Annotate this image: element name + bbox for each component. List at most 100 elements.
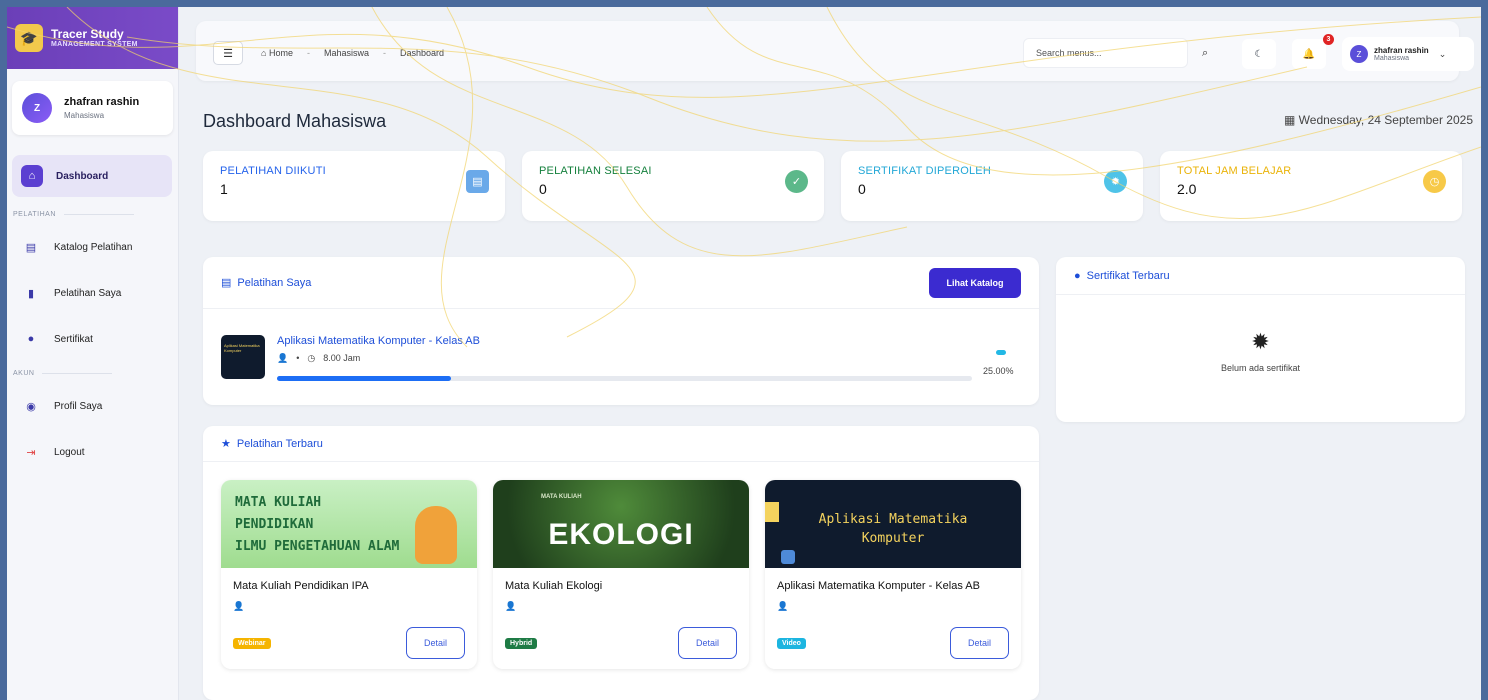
card-title: Pelatihan Terbaru (236, 437, 323, 450)
sidebar-item-label: Logout (54, 446, 85, 458)
certificate-icon: ✹ (1104, 170, 1127, 193)
stat-value: 0 (858, 181, 866, 197)
main-content: ☰ ⌂ Home - Mahasiswa - Dashboard Search … (179, 7, 1481, 700)
search-input[interactable]: Search menus... (1023, 38, 1188, 68)
type-badge: Hybrid (505, 638, 538, 649)
section-label-text: AKUN (13, 370, 35, 377)
bell-icon: 🔔 (1302, 48, 1316, 60)
list-item[interactable]: Aplikasi Matematika Komputer Aplikasi Ma… (221, 335, 1021, 385)
card-title: Pelatihan Saya (237, 276, 312, 289)
divider (42, 373, 113, 374)
stat-card-pelatihan-diikuti: PELATIHAN DIIKUTI 1 ▤ (203, 151, 505, 221)
lihat-katalog-button[interactable]: Lihat Katalog (929, 268, 1021, 298)
sidebar-item-pelatihan-saya[interactable]: ▮ Pelatihan Saya (7, 270, 178, 316)
image-text-line: Aplikasi Matematika (818, 512, 968, 527)
course-image: Aplikasi Matematika Komputer (765, 480, 1021, 568)
user-role: Mahasiswa (64, 111, 105, 120)
detail-button[interactable]: Detail (406, 627, 465, 659)
profile-role: Mahasiswa (1374, 55, 1410, 62)
book-icon: ▤ (221, 277, 232, 289)
calendar-icon: ▦ (1283, 113, 1296, 127)
empty-state-text: Belum ada sertifikat (1220, 363, 1301, 373)
moon-icon: ☾ (1254, 48, 1264, 60)
book-icon: ▤ (25, 241, 37, 254)
sidebar-item-logout[interactable]: ⇥ Logout (7, 429, 178, 475)
type-badge: Video (777, 638, 806, 649)
menu-toggle-button[interactable]: ☰ (213, 41, 243, 65)
notification-button[interactable]: 🔔 (1292, 39, 1326, 69)
bookmark-icon: ▮ (27, 287, 35, 300)
course-meta: 👤 • ◷ 8.00 Jam (277, 353, 360, 364)
course-title: Aplikasi Matematika Komputer - Kelas AB (777, 580, 980, 592)
detail-button[interactable]: Detail (678, 627, 737, 659)
progress-indicator (996, 350, 1006, 355)
check-circle-icon: ✓ (785, 170, 808, 193)
course-hours: 8.00 Jam (323, 353, 361, 363)
chevron-down-icon: ⌄ (1438, 48, 1447, 59)
sidebar-item-label: Pelatihan Saya (54, 287, 122, 299)
clock-icon: ◷ (307, 353, 316, 363)
home-icon: ⌂ (21, 165, 43, 187)
home-icon: ⌂ (261, 48, 267, 58)
course-title: Mata Kuliah Pendidikan IPA (233, 580, 369, 592)
sidebar-item-sertifikat[interactable]: ● Sertifikat (7, 316, 178, 362)
search-icon[interactable]: ⌕ (1202, 47, 1208, 60)
brand-title: Tracer Study (51, 27, 124, 41)
course-thumbnail: Aplikasi Matematika Komputer (221, 335, 265, 379)
image-text-line: MATA KULIAH (235, 495, 322, 510)
brand-header[interactable]: 🎓 Tracer Study MANAGEMENT SYSTEM (7, 7, 178, 69)
theme-toggle-button[interactable]: ☾ (1242, 39, 1276, 69)
course-card[interactable]: Aplikasi Matematika Komputer Aplikasi Ma… (765, 480, 1021, 669)
breadcrumb-mahasiswa[interactable]: Mahasiswa (324, 48, 369, 58)
python-icon (781, 550, 795, 564)
pelatihan-terbaru-card: ★ Pelatihan Terbaru MATA KULIAH PENDIDIK… (203, 426, 1039, 700)
course-card[interactable]: MATA KULIAH PENDIDIKAN ILMU PENGETAHUAN … (221, 480, 477, 669)
stat-value: 2.0 (1177, 181, 1197, 197)
image-text-line: PENDIDIKAN (235, 517, 314, 532)
card-header: ★ Pelatihan Terbaru (203, 426, 1039, 462)
stat-label: TOTAL JAM BELAJAR (1177, 165, 1292, 177)
stat-label: SERTIFIKAT DIPEROLEH (858, 165, 991, 177)
card-title: Sertifikat Terbaru (1086, 269, 1170, 282)
notification-badge: 3 (1323, 34, 1334, 45)
sidebar-item-profil-saya[interactable]: ◉ Profil Saya (7, 383, 178, 429)
user-icon: 👤 (277, 353, 289, 363)
meta-separator: • (296, 353, 300, 363)
breadcrumb-separator: - (383, 48, 386, 58)
course-title: Mata Kuliah Ekologi (505, 580, 603, 592)
current-date: ▦ Wednesday, 24 September 2025 (1284, 113, 1473, 127)
section-label-pelatihan: PELATIHAN (13, 211, 178, 218)
course-title[interactable]: Aplikasi Matematika Komputer - Kelas AB (277, 335, 480, 347)
user-icon: 👤 (505, 601, 517, 611)
stat-label: PELATIHAN SELESAI (539, 165, 652, 177)
section-label-akun: AKUN (13, 370, 178, 377)
profile-menu-button[interactable]: Z zhafran rashin Mahasiswa ⌄ (1342, 37, 1474, 71)
divider (63, 214, 134, 215)
illustration (415, 506, 457, 564)
stat-card-pelatihan-selesai: PELATIHAN SELESAI 0 ✓ (522, 151, 824, 221)
detail-button[interactable]: Detail (950, 627, 1009, 659)
stat-card-total-jam-belajar: TOTAL JAM BELAJAR 2.0 ◷ (1160, 151, 1462, 221)
course-card[interactable]: MATA KULIAH EKOLOGI Mata Kuliah Ekologi … (493, 480, 749, 669)
progress-percent: 25.00% (983, 366, 1014, 376)
image-text-big: EKOLOGI (548, 518, 694, 551)
breadcrumb-dashboard: Dashboard (400, 48, 445, 58)
course-image: MATA KULIAH EKOLOGI (493, 480, 749, 568)
type-badge: Webinar (233, 638, 271, 649)
clock-icon: ◷ (1423, 170, 1446, 193)
certificate-icon: ● (27, 333, 35, 345)
logout-icon: ⇥ (26, 446, 36, 459)
image-text-line: Komputer (861, 531, 925, 546)
stat-value: 0 (539, 181, 547, 197)
breadcrumb-home[interactable]: ⌂ Home (261, 48, 293, 58)
user-card[interactable]: Z zhafran rashin Mahasiswa (12, 81, 173, 135)
breadcrumb: ⌂ Home - Mahasiswa - Dashboard (261, 48, 444, 58)
sidebar-item-dashboard[interactable]: ⌂ Dashboard (12, 155, 172, 197)
star-icon: ★ (221, 438, 231, 450)
sidebar-item-katalog-pelatihan[interactable]: ▤ Katalog Pelatihan (7, 224, 178, 270)
date-text: Wednesday, 24 September 2025 (1298, 113, 1473, 127)
breadcrumb-home-label: Home (268, 48, 293, 58)
topbar: ☰ ⌂ Home - Mahasiswa - Dashboard Search … (196, 21, 1474, 81)
user-circle-icon: ◉ (26, 400, 36, 413)
profile-name: zhafran rashin (1374, 46, 1429, 55)
